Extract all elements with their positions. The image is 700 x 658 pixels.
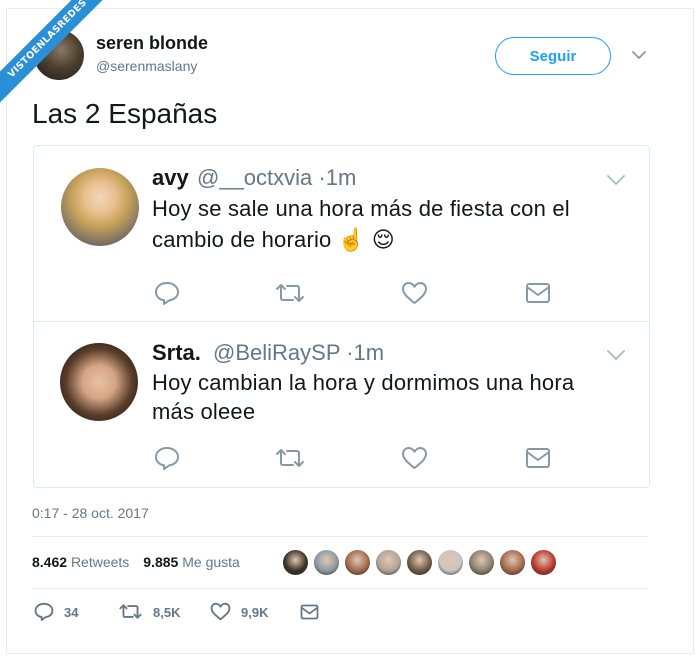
chevron-down-icon[interactable]	[606, 173, 626, 185]
tweet-timestamp[interactable]: 0:17 - 28 oct. 2017	[32, 505, 149, 521]
quote-meta: @BeliRaySP ·1m	[213, 340, 384, 366]
liker-avatar[interactable]	[468, 549, 495, 576]
likes-label: Me gusta	[182, 554, 240, 570]
message-icon[interactable]	[300, 604, 319, 626]
quote-time[interactable]: 1m	[326, 165, 357, 190]
divider	[32, 588, 648, 589]
quote-text-line: cambio de horario ☝️ 😌	[152, 227, 395, 252]
retweets-count: 8.462	[32, 554, 68, 570]
quote-time[interactable]: 1m	[354, 340, 385, 365]
liker-avatar[interactable]	[344, 549, 371, 576]
retweets-stat[interactable]: 8.462 Retweets	[32, 554, 129, 570]
likes-stat[interactable]: 9.885 Me gusta	[143, 554, 240, 570]
quote-avatar[interactable]	[61, 168, 139, 246]
liker-avatar[interactable]	[375, 549, 402, 576]
divider	[32, 536, 648, 537]
retweet-icon[interactable]	[274, 281, 306, 305]
liker-avatar[interactable]	[282, 549, 309, 576]
quote-divider	[34, 321, 649, 322]
retweets-label: Retweets	[70, 554, 130, 570]
quote-dot: ·	[318, 165, 326, 190]
watermark-text: VISTOENLASREDES	[0, 0, 127, 118]
quote-meta: @__octxvia ·1m	[197, 165, 356, 191]
quote-avatar[interactable]	[60, 343, 138, 421]
quote-dot: ·	[346, 340, 354, 365]
quote-author-name[interactable]: Srta.	[152, 340, 201, 366]
watermark-ribbon: VISTOENLASREDES	[0, 0, 140, 140]
like-icon[interactable]	[210, 602, 231, 624]
liker-avatar[interactable]	[437, 549, 464, 576]
chevron-down-icon[interactable]	[606, 348, 626, 360]
follow-button[interactable]: Seguir	[495, 37, 611, 75]
tweet-stats: 8.462 Retweets 9.885 Me gusta	[32, 554, 240, 570]
message-icon[interactable]	[525, 447, 551, 469]
like-icon[interactable]	[401, 281, 428, 305]
message-icon[interactable]	[525, 282, 551, 304]
retweet-icon[interactable]	[274, 446, 306, 470]
retweet-count: 8,5K	[153, 605, 181, 620]
quote-handle[interactable]: @BeliRaySP	[213, 340, 340, 365]
chevron-down-icon[interactable]	[630, 48, 648, 62]
reply-icon[interactable]	[34, 602, 54, 624]
quote-text-line: más oleee	[152, 399, 256, 424]
liker-avatar[interactable]	[499, 549, 526, 576]
quote-handle[interactable]: @__octxvia	[197, 165, 312, 190]
quote-text-line: Hoy cambian la hora y dormimos una hora	[152, 370, 575, 395]
like-icon[interactable]	[401, 446, 428, 470]
quote-author-name[interactable]: avy	[152, 165, 189, 191]
reply-icon[interactable]	[154, 446, 180, 470]
reply-icon[interactable]	[154, 281, 180, 305]
liker-avatar[interactable]	[313, 549, 340, 576]
quote-text: Hoy se sale una hora más de fiesta con e…	[152, 193, 570, 255]
quote-text: Hoy cambian la hora y dormimos una hora …	[152, 368, 574, 426]
quote-text-line: Hoy se sale una hora más de fiesta con e…	[152, 196, 570, 221]
likes-count: 9.885	[143, 554, 179, 570]
like-count: 9,9K	[241, 605, 269, 620]
reply-count: 34	[64, 605, 79, 620]
liker-avatar[interactable]	[530, 549, 557, 576]
retweet-icon[interactable]	[118, 602, 143, 624]
liker-avatar[interactable]	[406, 549, 433, 576]
